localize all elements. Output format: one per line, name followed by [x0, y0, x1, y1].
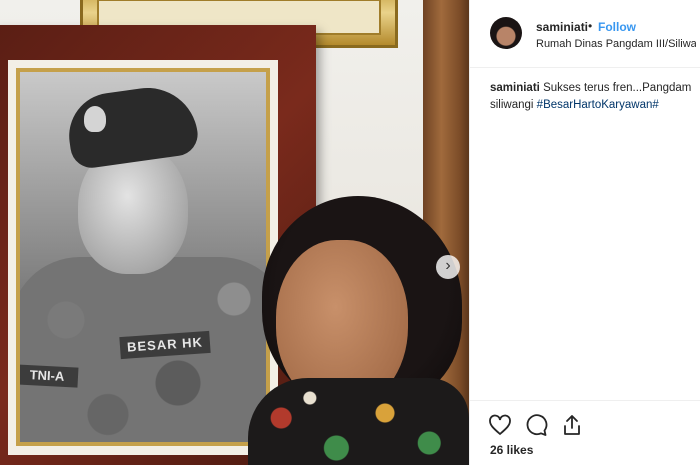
beret-badge [84, 106, 106, 132]
chevron-right-icon: › [445, 257, 451, 274]
caption-text: Sukses terus fren...Pangdam 3 [543, 82, 695, 94]
heart-icon[interactable] [488, 413, 512, 437]
post-header: saminiati • Follow Rumah Dinas Pangdam I… [470, 0, 700, 68]
batik-blouse [248, 378, 469, 465]
location-link[interactable]: Rumah Dinas Pangdam III/Siliwangi [536, 38, 696, 50]
post-side-panel: saminiati • Follow Rumah Dinas Pangdam I… [469, 0, 700, 465]
username-link[interactable]: saminiati [536, 20, 588, 34]
post-photo[interactable]: BESAR HK TNI-A › [0, 0, 469, 465]
separator-dot: • [588, 19, 593, 33]
caption-text-2: siliwangi [490, 99, 534, 111]
tni-tag: TNI-A [20, 364, 79, 388]
post-caption: saminiati Sukses terus fren...Pangdam 3 … [490, 80, 695, 114]
portrait-mat: BESAR HK TNI-A [8, 60, 278, 455]
post-actions: 26 likes [470, 400, 700, 465]
share-icon[interactable] [560, 413, 584, 437]
carousel-next-button[interactable]: › [436, 255, 460, 279]
follow-button[interactable]: Follow [598, 20, 636, 34]
avatar[interactable] [490, 17, 522, 49]
hashtag-link[interactable]: #BesarHartoKaryawan# [537, 99, 659, 111]
comment-icon[interactable] [524, 413, 548, 437]
portrait-photo: BESAR HK TNI-A [16, 68, 270, 446]
likes-count[interactable]: 26 likes [490, 443, 533, 457]
caption-username[interactable]: saminiati [490, 82, 540, 94]
